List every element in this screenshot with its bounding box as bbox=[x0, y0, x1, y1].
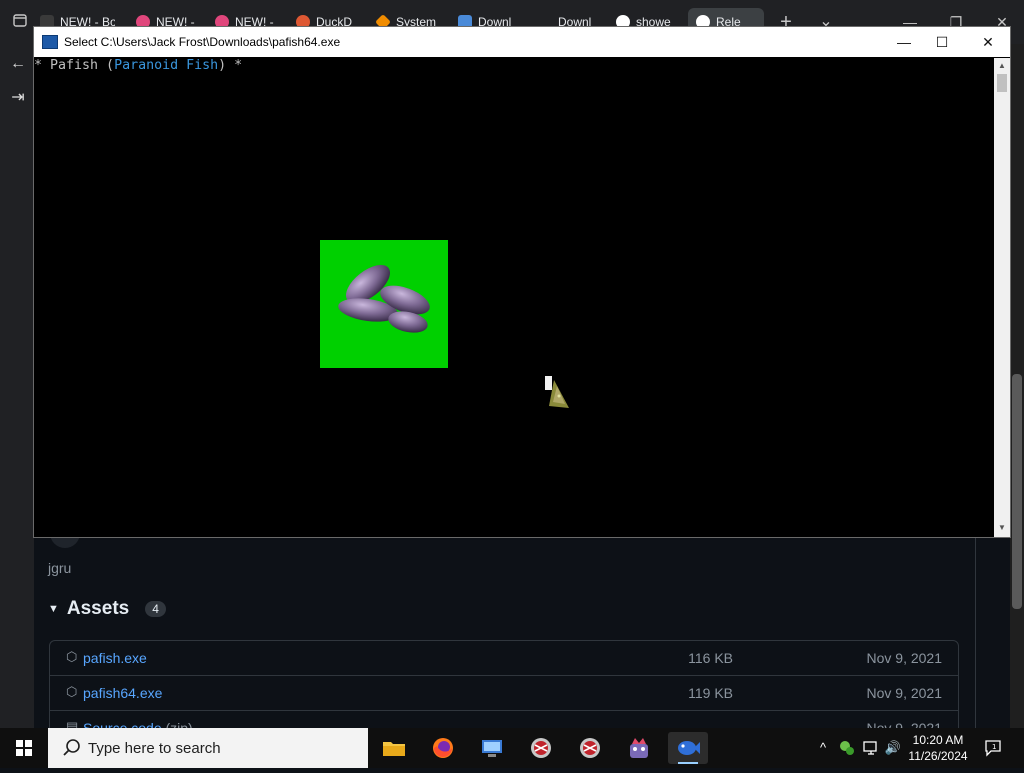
asset-date: Nov 9, 2021 bbox=[866, 685, 943, 701]
clock-time: 10:20 AM bbox=[912, 733, 964, 747]
fish-icon bbox=[678, 741, 700, 755]
tray-app-icon[interactable] bbox=[838, 739, 856, 757]
cursor-icon bbox=[545, 376, 575, 410]
github-release-page: jgru ▼ Assets 4 ⬡ pafish.exe 116 KB Nov … bbox=[34, 528, 1010, 762]
clock-date: 11/26/2024 bbox=[908, 749, 968, 763]
taskbar-app[interactable] bbox=[570, 732, 610, 764]
control-panel-icon bbox=[482, 740, 502, 757]
signin-icon[interactable]: ⇥ bbox=[8, 88, 28, 108]
green-overlay-window[interactable] bbox=[320, 240, 448, 368]
app-red-icon bbox=[580, 738, 600, 758]
show-hidden-icons-button[interactable]: ^ bbox=[814, 739, 832, 757]
assets-count-badge: 4 bbox=[145, 601, 166, 617]
console-app-icon bbox=[42, 35, 58, 49]
asset-row: ⬡ pafish64.exe 119 KB Nov 9, 2021 bbox=[50, 676, 958, 711]
taskbar-app[interactable] bbox=[521, 732, 561, 764]
app-red-icon bbox=[531, 738, 551, 758]
page-scrollbar-thumb[interactable] bbox=[1012, 374, 1022, 609]
release-author[interactable]: jgru bbox=[48, 560, 71, 576]
package-icon: ⬡ bbox=[66, 649, 78, 664]
taskbar-pafish[interactable] bbox=[668, 732, 708, 764]
console-window[interactable]: Select C:\Users\Jack Frost\Downloads\paf… bbox=[34, 27, 1010, 537]
network-icon[interactable] bbox=[862, 739, 880, 757]
asset-link[interactable]: pafish.exe bbox=[83, 650, 147, 666]
caret-down-icon[interactable]: ▼ bbox=[48, 603, 59, 615]
asset-link[interactable]: pafish64.exe bbox=[83, 685, 162, 701]
taskbar: Type here to search ^ 🔊 10:20 AM 11/26/2… bbox=[0, 728, 1024, 768]
search-icon bbox=[62, 738, 82, 758]
console-line: * Pafish (Paranoid Fish) * bbox=[34, 58, 243, 73]
volume-icon[interactable]: 🔊 bbox=[884, 739, 902, 757]
system-clock[interactable]: 10:20 AM 11/26/2024 bbox=[906, 732, 970, 764]
console-minimize-button[interactable]: — bbox=[892, 31, 916, 53]
bone-shape-icon bbox=[338, 264, 430, 333]
console-close-button[interactable]: ✕ bbox=[976, 31, 1000, 53]
taskbar-firefox[interactable] bbox=[423, 732, 463, 764]
console-title: Select C:\Users\Jack Frost\Downloads\paf… bbox=[64, 35, 341, 49]
console-maximize-button[interactable]: ☐ bbox=[930, 31, 954, 53]
asset-size: 119 KB bbox=[688, 685, 733, 701]
taskbar-search-box[interactable]: Type here to search bbox=[48, 728, 368, 768]
taskbar-file-explorer[interactable] bbox=[374, 732, 414, 764]
assets-header[interactable]: ▼ Assets 4 bbox=[48, 598, 166, 620]
browser-toolbar: ← ⇥ bbox=[0, 44, 34, 728]
asset-date: Nov 9, 2021 bbox=[866, 650, 943, 666]
firefox-icon bbox=[433, 738, 453, 758]
asset-size: 116 KB bbox=[688, 650, 733, 666]
notification-icon[interactable]: 1 bbox=[984, 739, 1002, 757]
console-scrollbar[interactable]: ▲ ▼ bbox=[994, 58, 1010, 537]
active-indicator bbox=[678, 762, 698, 764]
taskbar-app[interactable] bbox=[472, 732, 512, 764]
svg-text:1: 1 bbox=[992, 743, 996, 751]
tab-actions-icon[interactable] bbox=[10, 12, 30, 32]
search-placeholder: Type here to search bbox=[88, 740, 221, 757]
scroll-up-icon[interactable]: ▲ bbox=[994, 60, 1010, 72]
divider bbox=[975, 536, 976, 728]
page-scrollbar[interactable] bbox=[1010, 44, 1024, 728]
asset-row: ⬡ pafish.exe 116 KB Nov 9, 2021 bbox=[50, 641, 958, 676]
console-titlebar[interactable]: Select C:\Users\Jack Frost\Downloads\paf… bbox=[34, 27, 1010, 57]
assets-title: Assets bbox=[66, 598, 130, 619]
folder-icon bbox=[383, 742, 405, 756]
windows-start-icon[interactable] bbox=[0, 728, 48, 768]
package-icon: ⬡ bbox=[66, 684, 78, 699]
app-character-icon bbox=[630, 738, 648, 758]
taskbar-app[interactable] bbox=[619, 732, 659, 764]
back-button[interactable]: ← bbox=[8, 54, 28, 74]
scroll-down-icon[interactable]: ▼ bbox=[994, 521, 1010, 535]
console-scrollbar-thumb[interactable] bbox=[997, 74, 1007, 92]
console-output[interactable]: * Pafish (Paranoid Fish) * bbox=[34, 58, 994, 537]
